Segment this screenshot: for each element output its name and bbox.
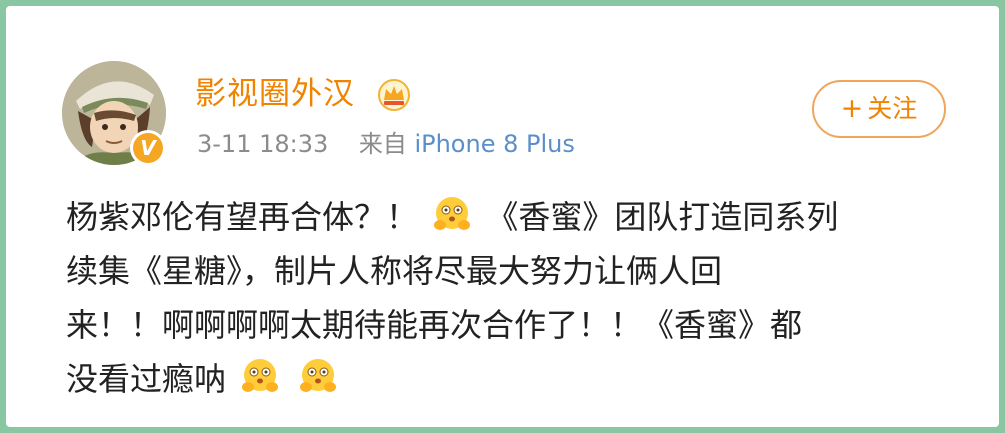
crown-vip-icon	[377, 78, 411, 116]
hug-emoji-icon	[434, 197, 471, 230]
plus-icon: +	[840, 93, 864, 124]
content-text: 没看过瘾呐	[66, 360, 237, 398]
content-text: 杨紫邓伦有望再合体？！	[66, 198, 429, 236]
username[interactable]: 影视圈外汉	[195, 74, 355, 114]
content-line-4: 没看过瘾呐	[66, 352, 956, 406]
post-content: 杨紫邓伦有望再合体？！ 《香蜜》团队打造同系列 续集《星糖》，制片人称将尽最大努…	[66, 190, 956, 406]
verified-badge-icon: V	[130, 130, 166, 166]
verified-badge-label: V	[133, 133, 163, 163]
follow-button[interactable]: + 关注	[812, 80, 946, 138]
post-source-link[interactable]: iPhone 8 Plus	[414, 130, 574, 158]
content-text: 来！！啊啊啊啊太期待能再次合作了！！《香蜜》都	[66, 306, 803, 344]
weibo-post-card: V 影视圈外汉 3-11 18:33 来自 iPhone 8 Plus + 关注 …	[6, 6, 999, 427]
post-time: 3-11 18:33	[197, 130, 329, 158]
content-text: 《香蜜》团队打造同系列	[486, 198, 839, 236]
follow-label: 关注	[867, 94, 918, 123]
content-line-2: 续集《星糖》，制片人称将尽最大努力让俩人回	[66, 244, 956, 298]
post-meta: 3-11 18:33 来自 iPhone 8 Plus	[197, 128, 575, 160]
from-label: 来自	[358, 130, 407, 158]
content-line-1: 杨紫邓伦有望再合体？！ 《香蜜》团队打造同系列	[66, 190, 956, 244]
content-text: 续集《星糖》，制片人称将尽最大努力让俩人回	[66, 252, 723, 290]
hug-emoji-icon	[242, 359, 279, 392]
hug-emoji-icon	[300, 359, 337, 392]
content-line-3: 来！！啊啊啊啊太期待能再次合作了！！《香蜜》都	[66, 298, 956, 352]
